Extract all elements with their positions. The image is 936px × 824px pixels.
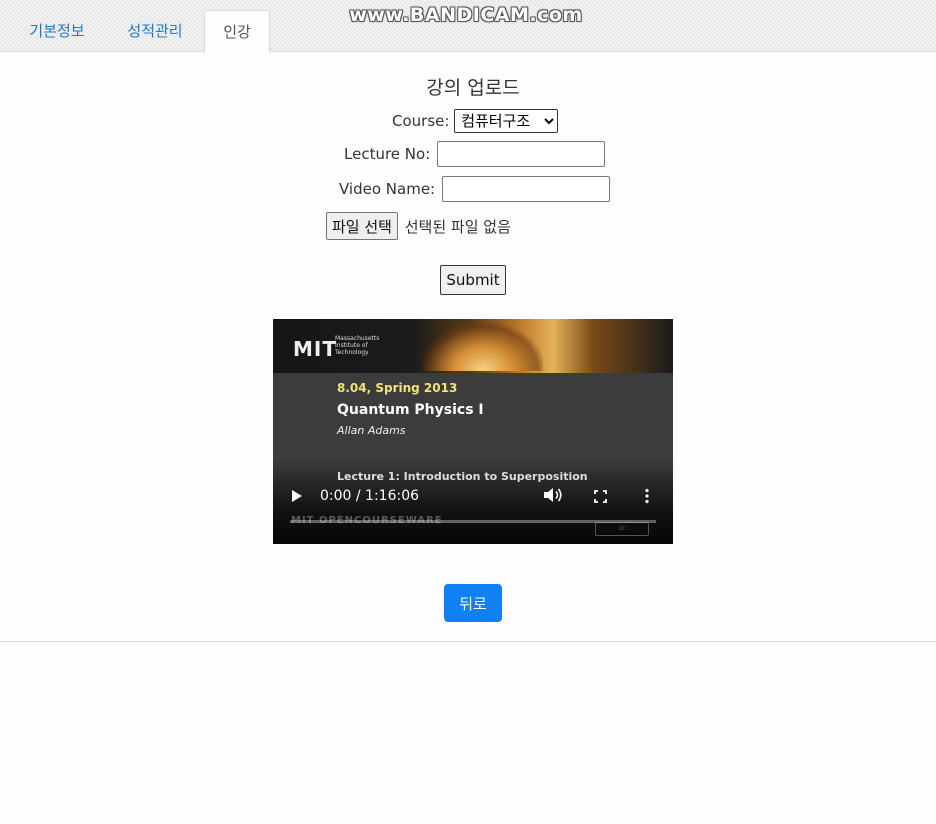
more-options-icon[interactable] [644, 488, 650, 504]
course-select[interactable]: 컴퓨터구조 [454, 109, 559, 133]
choose-file-button[interactable]: 파일 선택 [326, 212, 398, 240]
file-upload-row: 파일 선택 선택된 파일 없음 [326, 212, 511, 240]
video-lecture-title: Lecture 1: Introduction to Superposition [337, 470, 588, 483]
video-player[interactable]: MIT Massachusetts Institute of Technolog… [273, 319, 673, 544]
course-row: Course: 컴퓨터구조 [392, 109, 559, 133]
page-title: 강의 업로드 [426, 77, 520, 99]
video-instructor: Allan Adams [337, 424, 406, 437]
volume-icon[interactable] [543, 487, 563, 503]
file-status-text: 선택된 파일 없음 [404, 217, 511, 236]
mit-logo: MIT [293, 337, 337, 361]
video-progress-bar[interactable] [290, 520, 656, 523]
dome-image [423, 323, 543, 371]
play-icon[interactable] [292, 490, 302, 502]
divider [0, 641, 936, 642]
video-name-label: Video Name: [339, 180, 436, 198]
course-label: Course: [392, 112, 450, 130]
lecture-no-row: Lecture No: [344, 141, 606, 167]
fullscreen-icon[interactable] [594, 490, 607, 503]
video-name-input[interactable] [441, 176, 610, 202]
submit-button[interactable]: Submit [440, 265, 506, 295]
lecture-no-label: Lecture No: [344, 145, 431, 163]
institution-name: Massachusetts Institute of Technology [335, 335, 380, 356]
lecture-no-input[interactable] [437, 141, 606, 167]
video-course-code: 8.04, Spring 2013 [337, 381, 458, 395]
tab-basic-info[interactable]: 기본정보 [10, 10, 104, 51]
license-badge-icon: cc [595, 522, 649, 536]
video-course-title: Quantum Physics I [337, 402, 484, 418]
tab-grade-management[interactable]: 성적관리 [108, 10, 202, 51]
video-name-row: Video Name: [339, 176, 610, 202]
recorder-watermark: www.BANDICAM.com [349, 4, 583, 26]
back-button[interactable]: 뒤로 [444, 584, 502, 622]
tab-online-lecture[interactable]: 인강 [204, 10, 270, 53]
video-time: 0:00 / 1:16:06 [320, 488, 420, 504]
